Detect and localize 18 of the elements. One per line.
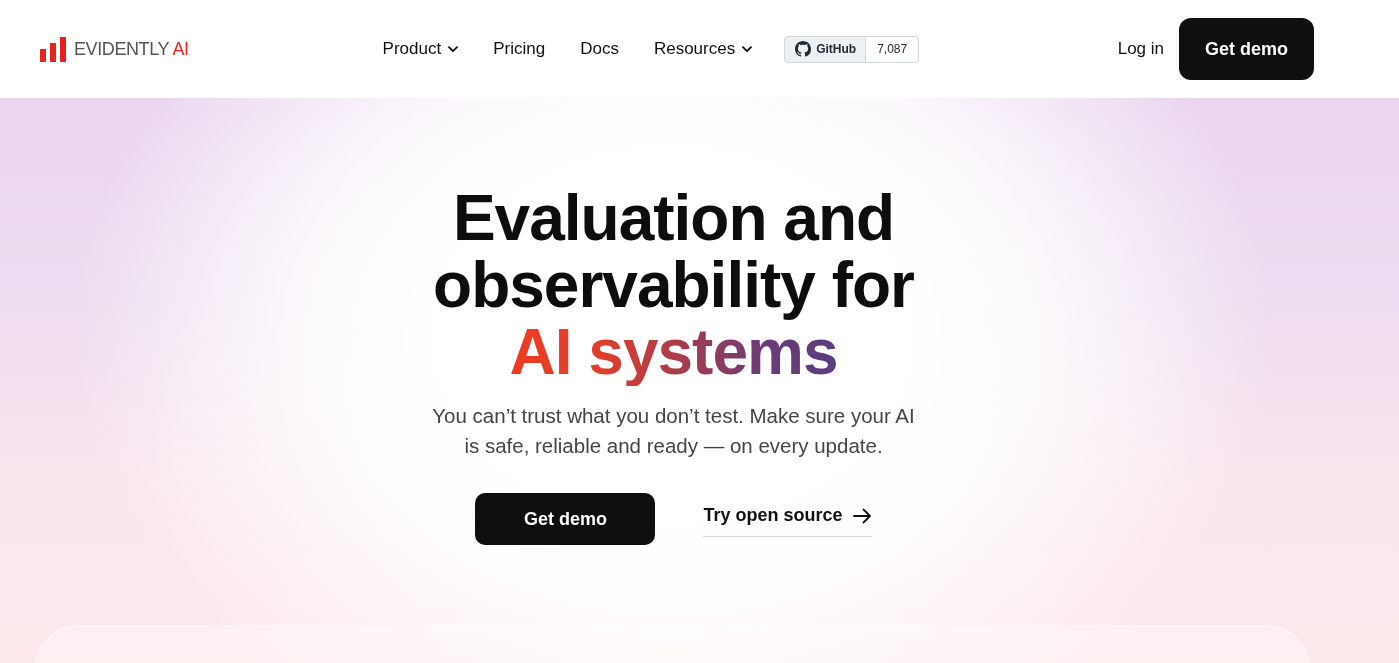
get-demo-button[interactable]: Get demo — [475, 493, 656, 545]
open-source-link[interactable]: Try open source — [703, 501, 872, 537]
hero-subtitle: You can’t trust what you don’t test. Make sure your AI is safe, reliable and ready — on every update. — [431, 403, 916, 459]
nav-link[interactable]: Docs — [580, 39, 619, 59]
nav-menu-button[interactable]: Resources — [653, 39, 753, 59]
github-button[interactable]: GitHub — [784, 35, 867, 63]
github-icon — [795, 41, 812, 57]
logo-link[interactable]: EVIDENTLY AI — [40, 36, 189, 62]
get-demo-button[interactable]: Get demo — [1179, 18, 1314, 80]
hero-headline: Evaluation and observability for AI systems — [432, 185, 915, 386]
chevron-down-icon — [742, 45, 753, 53]
arrow-right-icon — [852, 507, 872, 524]
bar-chart-icon — [40, 36, 67, 62]
nav-menu-button[interactable]: Product — [382, 39, 459, 59]
login-link[interactable]: Log in — [1117, 39, 1164, 59]
star-count[interactable]: 7,087 — [866, 35, 920, 63]
chevron-down-icon — [448, 45, 459, 53]
nav-link[interactable]: Pricing — [493, 39, 546, 59]
